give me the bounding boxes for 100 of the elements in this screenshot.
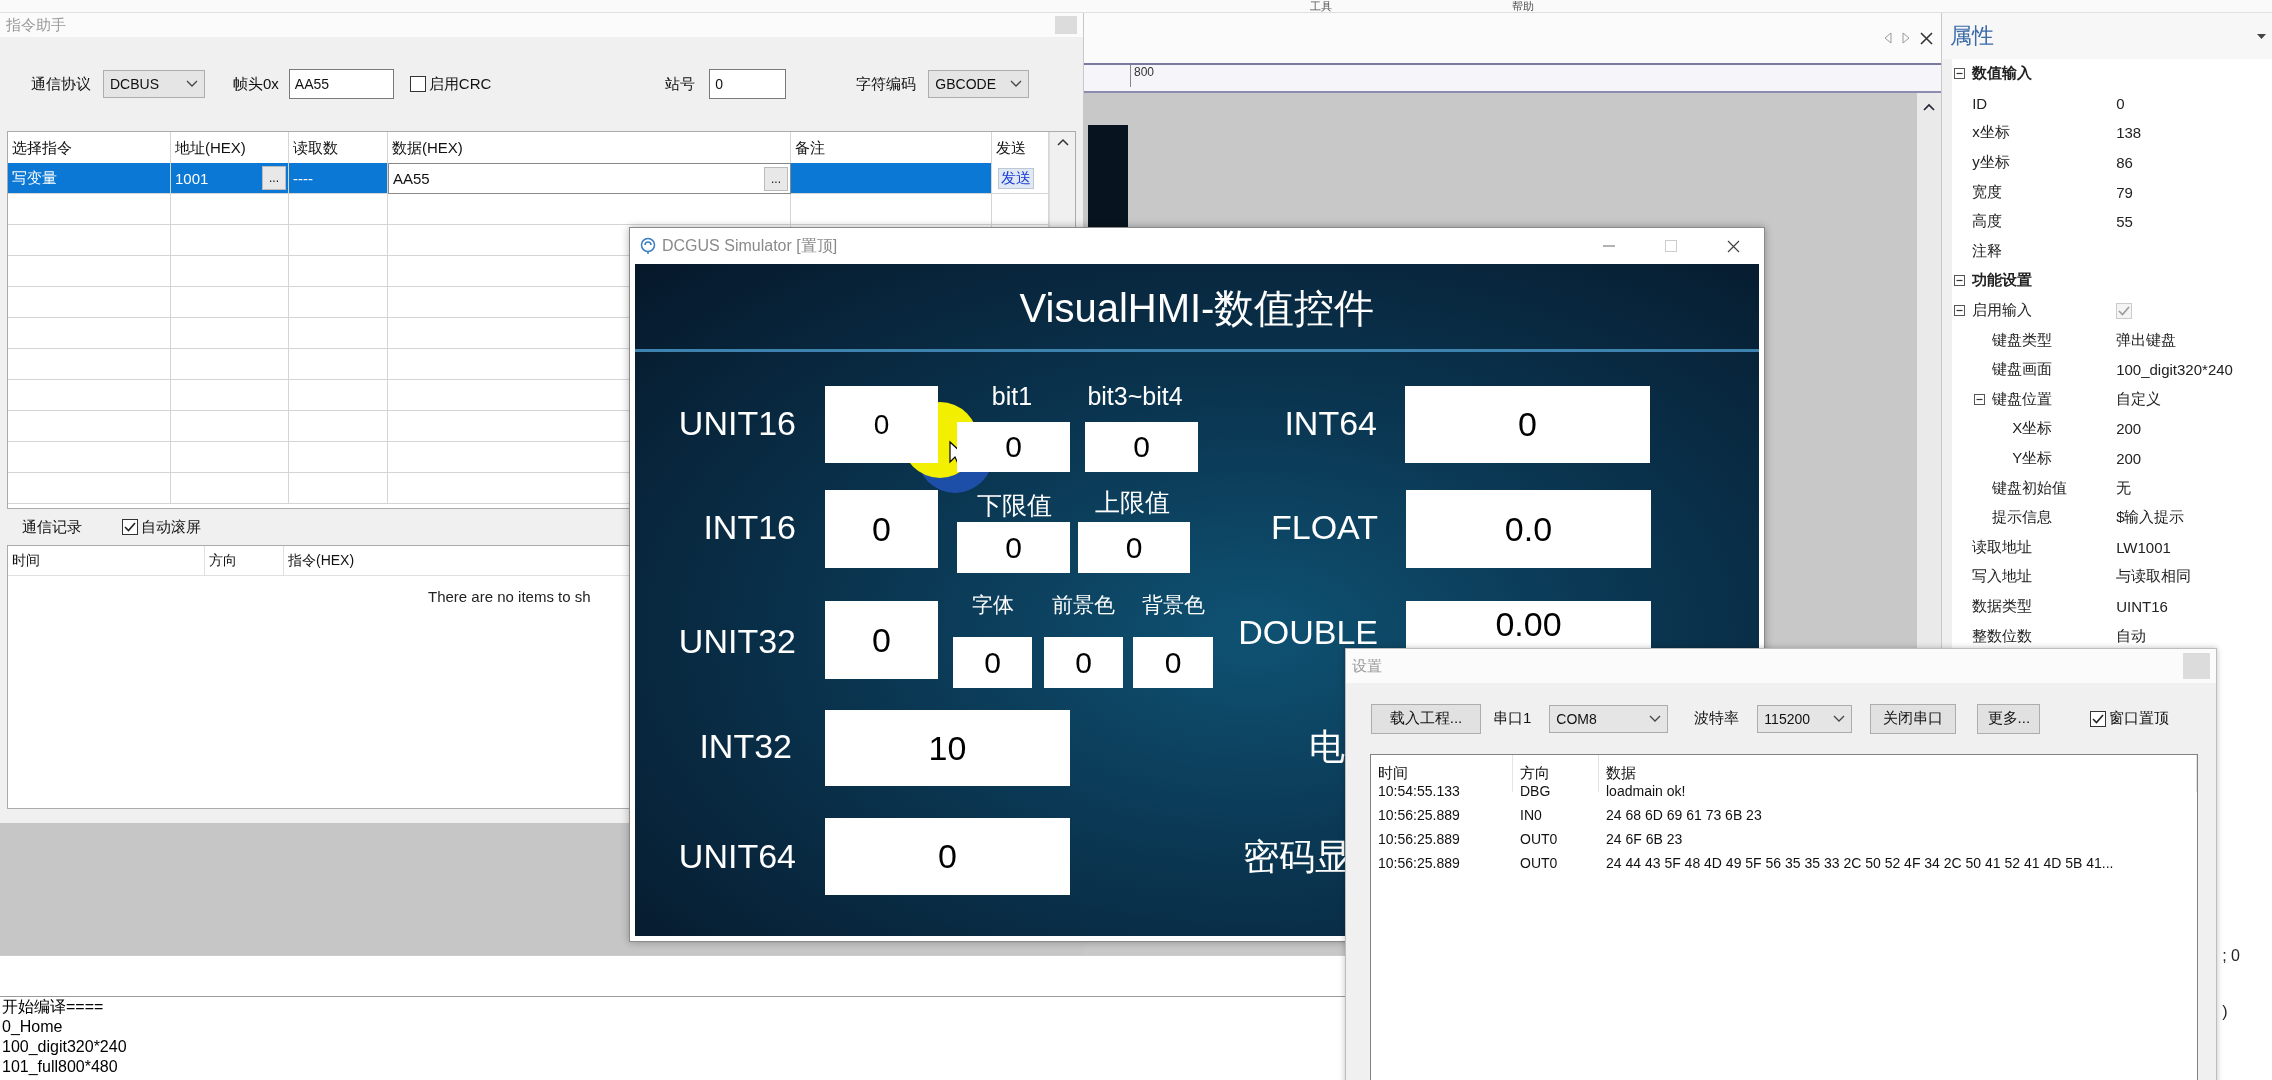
property-label: 数据类型 [1972,597,2033,616]
property-value: 无 [2116,478,2133,498]
value-input[interactable]: 0 [957,422,1070,472]
property-label: Y坐标 [2012,449,2053,468]
property-value: $输入提示 [2116,508,2186,528]
field-label: INT64 [1283,403,1377,444]
header-input[interactable]: AA55 [288,69,394,99]
encoding-dropdown[interactable]: GBCODE [928,70,1030,98]
table-cell-text: OUT0 [1519,830,1559,849]
property-value: LW1001 [2116,538,2172,556]
address-cell[interactable]: 1001 ... [171,163,289,194]
field-label: UNIT16 [677,403,796,444]
field-label: 字体 [972,592,1014,618]
window-title: 设置 [1352,656,1382,676]
chevron-down-icon [1649,714,1662,723]
field-label: 字符编码 [856,74,917,94]
field-label: UNIT32 [677,621,796,662]
value-input[interactable]: 0 [957,522,1070,573]
table-cell-text: 24 44 43 5F 48 4D 49 5F 56 35 35 33 2C 50 52 4F 34 2C 50 41 52 41 4D 5B 41... [1605,854,2115,873]
field-label: 电 [1309,725,1345,769]
field-label: FLOAT [1269,507,1378,548]
field-label: 背景色 [1141,592,1205,618]
scroll-up-icon[interactable] [1923,103,1936,111]
table-cell[interactable]: 写变量 [8,163,171,194]
value-input[interactable]: 0 [825,601,938,679]
table-cell-text: 10:56:25.889 [1377,854,1461,873]
checkmark-icon [2092,713,2105,724]
scroll-up-icon[interactable] [1056,138,1069,146]
collapse-icon[interactable] [1954,68,1966,79]
menu-item[interactable]: 帮助 [1512,0,1534,12]
field-label: 串口1 [1493,709,1532,728]
close-icon[interactable] [1920,31,1934,45]
next-icon[interactable] [1902,32,1911,44]
property-label: 启用输入 [1972,301,2033,321]
category-label: 功能设置 [1972,271,2033,291]
field-label: 波特率 [1694,709,1740,728]
property-checkbox[interactable] [2116,302,2133,319]
topmost-checkbox[interactable]: 窗口置顶 [2090,709,2170,728]
value-input[interactable]: 0 [1078,522,1190,573]
chevron-down-icon [1010,80,1023,88]
property-value: 79 [2116,183,2134,201]
collapse-icon[interactable] [1954,304,1966,316]
value-input[interactable]: 0 [1133,637,1213,688]
value-input[interactable]: 0 [1085,422,1198,472]
property-label: 整数位数 [1972,626,2033,646]
station-input[interactable]: 0 [709,69,787,99]
property-value: UINT16 [2116,598,2169,615]
data-input[interactable]: AA55 ... [388,163,791,194]
value-input[interactable]: 10 [825,710,1070,786]
property-label: X坐标 [2012,419,2053,439]
auto-scroll-checkbox[interactable]: 自动滚屏 [122,517,201,537]
panel-title: 属性 [1950,22,1995,50]
minimize-icon [1603,245,1615,247]
ruler-label: 800 [1130,65,1155,87]
maximize-icon [1665,240,1677,252]
protocol-dropdown[interactable]: DCBUS [103,70,205,98]
port-dropdown[interactable]: COM8 [1549,704,1669,733]
close-port-button[interactable]: 关闭串口 [1870,703,1957,734]
dropdown-icon[interactable] [2257,33,2266,39]
browse-button[interactable]: ... [764,166,788,191]
property-label: 键盘初始值 [1992,478,2068,498]
collapse-icon[interactable] [1954,275,1966,287]
collapse-icon[interactable] [1974,393,1986,405]
load-project-button[interactable]: 载入工程... [1371,703,1481,734]
field-label: bit3~bit4 [1087,381,1183,411]
value-input[interactable]: 0 [825,490,938,568]
baud-rate-dropdown[interactable]: 115200 [1757,704,1853,733]
property-value: 200 [2116,450,2143,467]
crc-checkbox[interactable]: 启用CRC [409,74,492,94]
value-input[interactable]: 0 [1044,637,1123,688]
output-line: 100_digit320*240 [1,1037,128,1057]
table-cell-text: IN0 [1519,806,1543,825]
output-line: 101_full800*480 [1,1057,119,1077]
table-cell-text: 24 6F 6B 23 [1605,830,1684,849]
value-input[interactable]: 0.0 [1406,490,1651,568]
table-cell-text: OUT0 [1519,854,1559,873]
field-label: 上限值 [1094,487,1170,517]
table-cell-text: DBG [1519,782,1552,801]
chevron-down-icon [186,80,198,88]
menu-item[interactable]: 工具 [1310,0,1332,12]
column-header: 方向 [205,546,284,575]
property-value: ) [2222,1002,2229,1021]
property-label: x坐标 [1972,123,2010,143]
value-input[interactable]: 0 [825,818,1070,895]
field-label: 密码显 [1243,835,1351,879]
output-line: 0_Home [1,1017,64,1037]
property-value: ; 0 [2222,946,2241,965]
value-input[interactable]: 0 [825,386,938,463]
browse-button[interactable]: ... [262,166,286,190]
value-input[interactable]: 0 [953,637,1032,688]
property-label: 读取地址 [1972,537,2033,557]
close-icon [1726,239,1740,253]
value-input[interactable]: 0 [1405,386,1650,463]
previous-icon[interactable] [1884,32,1893,44]
more-button[interactable]: 更多... [1977,703,2041,734]
cell-text: 1001 [175,169,209,187]
send-link[interactable]: 发送 [998,167,1034,189]
screen-title: VisualHMI-数值控件 [1018,285,1376,332]
checkmark-icon [2118,305,2131,316]
chevron-down-icon [1833,714,1846,723]
